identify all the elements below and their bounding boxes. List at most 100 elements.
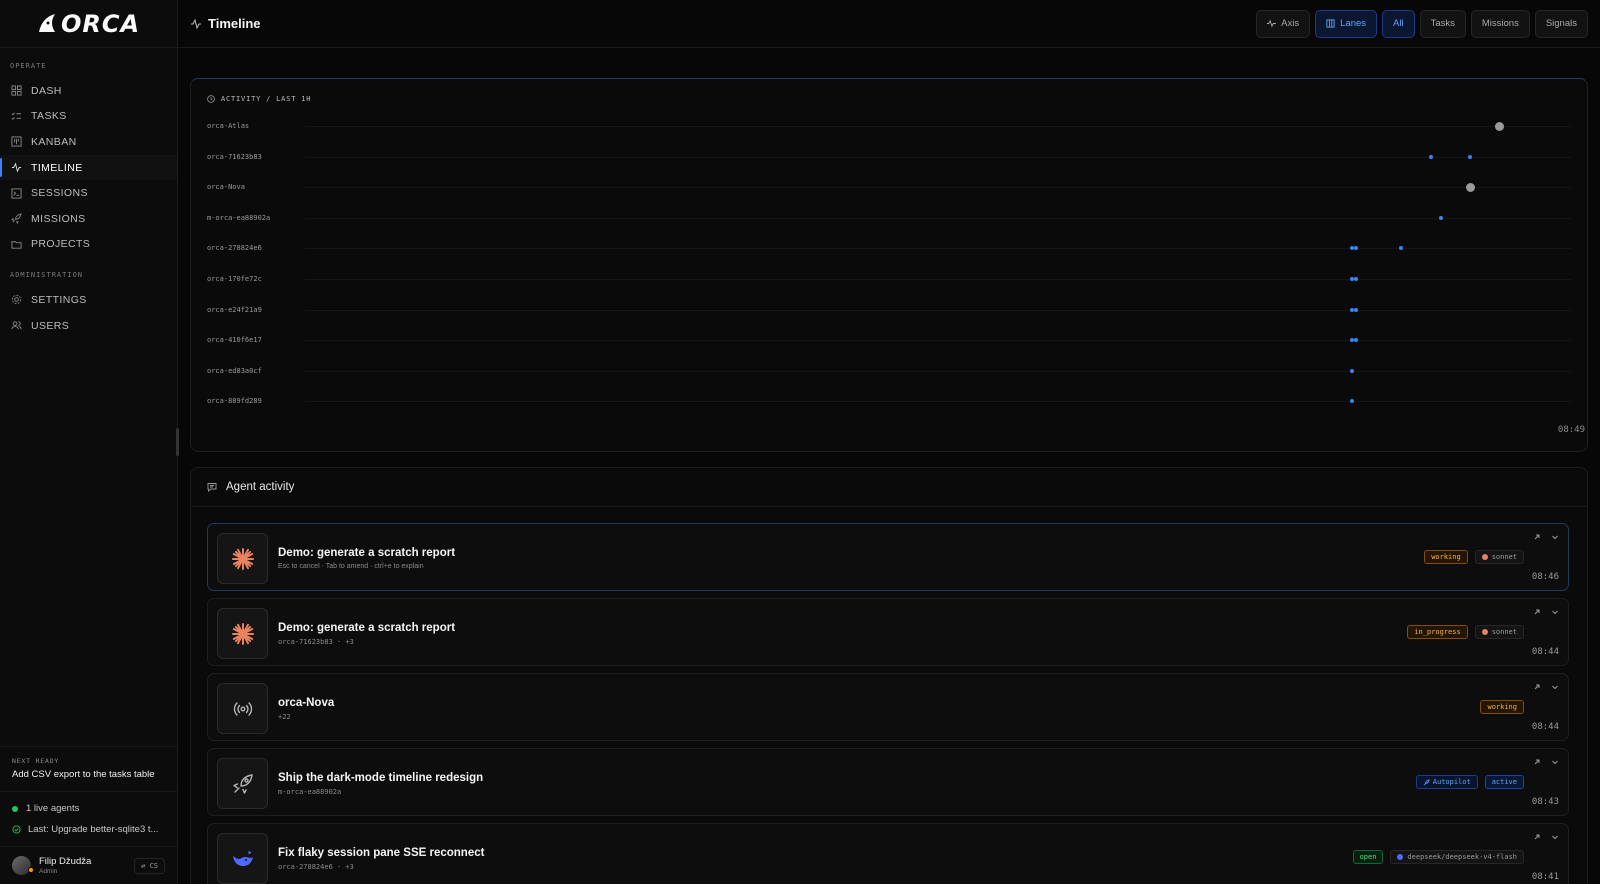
chevron-down-icon[interactable] xyxy=(1551,833,1559,841)
timeline-lane: orca-278824e6 xyxy=(207,241,1571,255)
next-ready-card[interactable]: NEXT READY Add CSV export to the tasks t… xyxy=(0,746,177,791)
timeline-event-dot[interactable] xyxy=(1354,338,1359,343)
timeline-event-dot[interactable] xyxy=(1350,368,1355,373)
timeline-event-dot[interactable] xyxy=(1428,154,1433,159)
section-label-administration: ADMINISTRATION xyxy=(10,271,84,280)
timeline-event-dot[interactable] xyxy=(1350,399,1355,404)
activity-panel-header: ACTIVITY / LAST 1H xyxy=(207,95,311,103)
autopilot-label: Autopilot xyxy=(1432,778,1471,786)
agent-card[interactable]: Ship the dark-mode timeline redesign m-o… xyxy=(207,748,1569,816)
sidebar-item-kanban[interactable]: KANBAN xyxy=(0,129,177,155)
filter-missions-label: Missions xyxy=(1481,18,1519,29)
agent-activity-header: Agent activity xyxy=(191,468,1587,507)
status-badge: open xyxy=(1352,850,1384,864)
lane-track xyxy=(305,370,1571,372)
clock-icon xyxy=(207,95,215,103)
timeline-lane: orca-170fe72c xyxy=(207,272,1571,286)
claude-burst-icon xyxy=(217,608,268,659)
card-title: Ship the dark-mode timeline redesign xyxy=(278,772,484,784)
chevron-down-icon[interactable] xyxy=(1551,533,1559,541)
rocket-icon xyxy=(1423,778,1430,785)
status-badge: in_progress xyxy=(1407,625,1468,639)
filter-signals-button[interactable]: Signals xyxy=(1534,9,1588,38)
lane-label: orca-889fd289 xyxy=(207,397,262,406)
lane-track xyxy=(305,187,1571,189)
card-subtitle: Esc to cancel · Tab to amend · ctrl+e to… xyxy=(278,563,424,570)
timeline-lane: orca-410f6e17 xyxy=(207,333,1571,347)
live-agents-status[interactable]: 1 live agents xyxy=(12,798,165,819)
agent-card[interactable]: Demo: generate a scratch report Esc to c… xyxy=(207,523,1569,591)
last-run-status[interactable]: Last: Upgrade better-sqlite3 t... xyxy=(12,819,165,840)
language-toggle-button[interactable]: ⇄ CS xyxy=(134,857,165,874)
chevron-down-icon[interactable] xyxy=(1551,758,1559,766)
lane-label: orca-170fe72c xyxy=(207,275,262,283)
claude-icon xyxy=(1481,629,1488,635)
logo[interactable]: ORCA xyxy=(0,0,177,48)
status-badge: working xyxy=(1480,700,1524,714)
filter-all-button[interactable]: All xyxy=(1382,9,1415,38)
card-subtitle: m-orca-ea88902a xyxy=(278,788,342,796)
card-title: Fix flaky session pane SSE reconnect xyxy=(278,847,485,859)
open-external-icon[interactable] xyxy=(1533,683,1541,691)
card-title: Demo: generate a scratch report xyxy=(278,622,456,634)
axis-view-button[interactable]: Axis xyxy=(1256,9,1311,38)
model-badge: deepseek/deepseek-v4-flash xyxy=(1390,850,1524,864)
section-label-operate: OPERATE xyxy=(10,62,47,70)
lane-track xyxy=(305,340,1571,342)
sidebar-item-tasks[interactable]: TASKS xyxy=(0,104,177,130)
sidebar-item-missions[interactable]: MISSIONS xyxy=(0,206,177,232)
card-time: 08:43 xyxy=(1531,797,1559,807)
lanes-label: Lanes xyxy=(1340,18,1367,29)
timeline-event-dot[interactable] xyxy=(1354,307,1359,312)
agent-card[interactable]: Demo: generate a scratch report orca-716… xyxy=(207,598,1569,666)
claude-burst-icon xyxy=(217,533,268,584)
sidebar-item-projects[interactable]: PROJECTS xyxy=(0,232,177,258)
filter-tasks-button[interactable]: Tasks xyxy=(1419,9,1466,38)
timeline-event-dot[interactable] xyxy=(1398,246,1403,251)
rocket-icon xyxy=(10,213,22,225)
chevron-down-icon[interactable] xyxy=(1551,608,1559,616)
timeline-event-dot[interactable] xyxy=(1468,154,1473,159)
timeline-event-dot[interactable] xyxy=(1439,215,1444,220)
lane-track xyxy=(305,126,1571,127)
sidebar-item-dash[interactable]: DASH xyxy=(0,78,177,104)
sidebar-item-settings[interactable]: SETTINGS xyxy=(0,287,177,313)
sidebar-item-sessions[interactable]: SESSIONS xyxy=(0,180,177,206)
lane-track xyxy=(305,309,1571,311)
lanes-view-button[interactable]: Lanes xyxy=(1315,9,1378,38)
chevron-down-icon[interactable] xyxy=(1551,683,1559,691)
lane-label: m-orca-ea88902a xyxy=(207,213,271,222)
sidebar-item-label: SETTINGS xyxy=(31,293,87,306)
timeline-event-dot[interactable] xyxy=(1465,182,1475,192)
open-external-icon[interactable] xyxy=(1533,608,1541,616)
card-subtitle: orca-278824e6 · +3 xyxy=(278,863,354,871)
rocket-icon xyxy=(217,758,268,809)
card-title: orca-Nova xyxy=(278,697,335,709)
sidebar-item-timeline[interactable]: TIMELINE xyxy=(0,154,177,181)
timeline-event-dot[interactable] xyxy=(1354,246,1359,251)
card-time: 08:44 xyxy=(1531,722,1559,732)
timeline-lane: orca-ed83a0cf xyxy=(207,364,1571,378)
open-external-icon[interactable] xyxy=(1533,833,1541,841)
sidebar-item-label: USERS xyxy=(31,319,70,332)
users-icon xyxy=(10,320,22,332)
live-agents-text: 1 live agents xyxy=(26,803,80,814)
agent-card[interactable]: Fix flaky session pane SSE reconnect orc… xyxy=(207,823,1569,884)
status-badge: working xyxy=(1424,550,1468,564)
agent-activity-title: Agent activity xyxy=(226,481,295,493)
deepseek-icon xyxy=(1397,854,1404,860)
filter-missions-button[interactable]: Missions xyxy=(1470,9,1530,38)
last-run-text: Last: Upgrade better-sqlite3 t... xyxy=(28,824,159,835)
timeline-event-dot[interactable] xyxy=(1494,121,1504,131)
agent-card[interactable]: orca-Nova +22 working 08:44 xyxy=(207,673,1569,741)
card-time: 08:41 xyxy=(1531,872,1559,882)
sidebar-item-users[interactable]: USERS xyxy=(0,313,177,339)
axis-end-time: 08:49 xyxy=(1557,425,1585,435)
user-profile[interactable]: Filip Džudža Admin ⇄ CS xyxy=(0,846,177,884)
open-external-icon[interactable] xyxy=(1533,758,1541,766)
lane-label: orca-278824e6 xyxy=(207,244,262,253)
autopilot-badge: Autopilot xyxy=(1415,775,1478,789)
open-external-icon[interactable] xyxy=(1533,533,1541,541)
agent-activity-panel: Agent activity Demo: generate a scratch … xyxy=(190,467,1588,884)
timeline-event-dot[interactable] xyxy=(1354,277,1359,281)
